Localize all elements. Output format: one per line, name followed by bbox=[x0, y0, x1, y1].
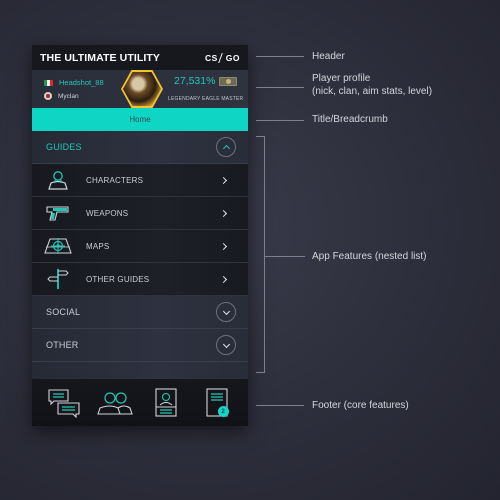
list-end-spacer bbox=[32, 362, 248, 380]
list-item-characters[interactable]: CHARACTERS bbox=[32, 164, 248, 197]
annotation-header: Header bbox=[312, 51, 345, 62]
annotation-line-footer bbox=[256, 405, 304, 406]
footer-profile-card-button[interactable] bbox=[146, 387, 186, 419]
annotation-line-features bbox=[265, 256, 305, 257]
annotation-profile-line2: (nick, clan, aim stats, level) bbox=[312, 86, 433, 97]
annotation-line-breadcrumb bbox=[256, 120, 304, 121]
avatar-image bbox=[123, 72, 161, 106]
clan-name: Myclan bbox=[58, 92, 79, 100]
player-profile[interactable]: Headshot_88 Myclan 27,531% LEGENDARY EAG… bbox=[32, 70, 248, 108]
footer-friends-button[interactable] bbox=[95, 387, 135, 419]
section-label: SOCIAL bbox=[46, 307, 81, 317]
csgo-logo: CS GO bbox=[204, 52, 240, 63]
chevron-right-icon bbox=[219, 176, 228, 184]
annotation-bracket-features bbox=[256, 136, 265, 373]
section-label: OTHER bbox=[46, 340, 79, 350]
map-target-icon bbox=[44, 236, 72, 256]
notification-badge: 2 bbox=[217, 405, 229, 417]
character-icon bbox=[44, 170, 72, 190]
clan-emblem-icon bbox=[44, 92, 52, 100]
clan-row: Myclan bbox=[44, 92, 79, 100]
annotation-features: App Features (nested list) bbox=[312, 251, 427, 262]
logo-left: CS bbox=[204, 52, 218, 63]
breadcrumb-label: Home bbox=[129, 115, 151, 124]
section-guides[interactable]: GUIDES bbox=[32, 131, 248, 164]
item-label: CHARACTERS bbox=[86, 175, 144, 185]
header: THE ULTIMATE UTILITY CS GO bbox=[32, 45, 248, 70]
profile-card-icon bbox=[154, 387, 177, 417]
list-item-other-guides[interactable]: OTHER GUIDES bbox=[32, 263, 248, 296]
rank-badge-icon bbox=[219, 76, 238, 86]
item-label: OTHER GUIDES bbox=[86, 274, 150, 284]
chevron-up-icon bbox=[222, 144, 230, 152]
annotation-profile-line1: Player profile bbox=[312, 73, 371, 84]
footer-notes-button[interactable]: 2 bbox=[197, 387, 237, 419]
logo-right: GO bbox=[225, 52, 240, 63]
annotation-line-profile bbox=[256, 87, 304, 88]
chevron-right-icon bbox=[219, 242, 228, 250]
chat-icon bbox=[47, 388, 80, 418]
footer-chat-button[interactable] bbox=[44, 387, 84, 419]
pistol-icon bbox=[44, 203, 72, 223]
player-nick: Headshot_88 bbox=[59, 78, 104, 87]
expand-button[interactable] bbox=[216, 335, 236, 355]
section-label: GUIDES bbox=[46, 142, 82, 152]
player-level: LEGENDARY EAGLE MASTER bbox=[168, 96, 244, 102]
list-item-weapons[interactable]: WEAPONS bbox=[32, 197, 248, 230]
nick-row: Headshot_88 bbox=[44, 78, 104, 87]
annotation-profile: Player profile (nick, clan, aim stats, l… bbox=[312, 72, 432, 98]
signpost-icon bbox=[44, 269, 72, 289]
app-screen: THE ULTIMATE UTILITY CS GO Headshot_88 M… bbox=[32, 45, 248, 426]
annotation-footer: Footer (core features) bbox=[312, 400, 409, 411]
italy-flag-icon bbox=[44, 79, 53, 86]
item-label: MAPS bbox=[86, 241, 110, 251]
section-social[interactable]: SOCIAL bbox=[32, 296, 248, 329]
expand-button[interactable] bbox=[216, 302, 236, 322]
breadcrumb[interactable]: Home bbox=[32, 108, 248, 131]
aim-stat: 27,531% bbox=[174, 75, 216, 87]
chevron-right-icon bbox=[219, 275, 228, 283]
aim-stat-row: 27,531% bbox=[174, 75, 238, 87]
friends-icon bbox=[96, 391, 133, 415]
annotation-line-header bbox=[256, 56, 304, 57]
section-other[interactable]: OTHER bbox=[32, 329, 248, 362]
footer: 2 bbox=[32, 379, 248, 426]
chevron-right-icon bbox=[219, 209, 228, 217]
chevron-down-icon bbox=[222, 307, 230, 315]
chevron-down-icon bbox=[222, 340, 230, 348]
item-label: WEAPONS bbox=[86, 208, 129, 218]
collapse-button[interactable] bbox=[216, 137, 236, 157]
app-title: THE ULTIMATE UTILITY bbox=[40, 51, 161, 64]
annotation-breadcrumb: Title/Breadcrumb bbox=[312, 114, 388, 125]
avatar[interactable] bbox=[121, 70, 163, 108]
list-item-maps[interactable]: MAPS bbox=[32, 230, 248, 263]
